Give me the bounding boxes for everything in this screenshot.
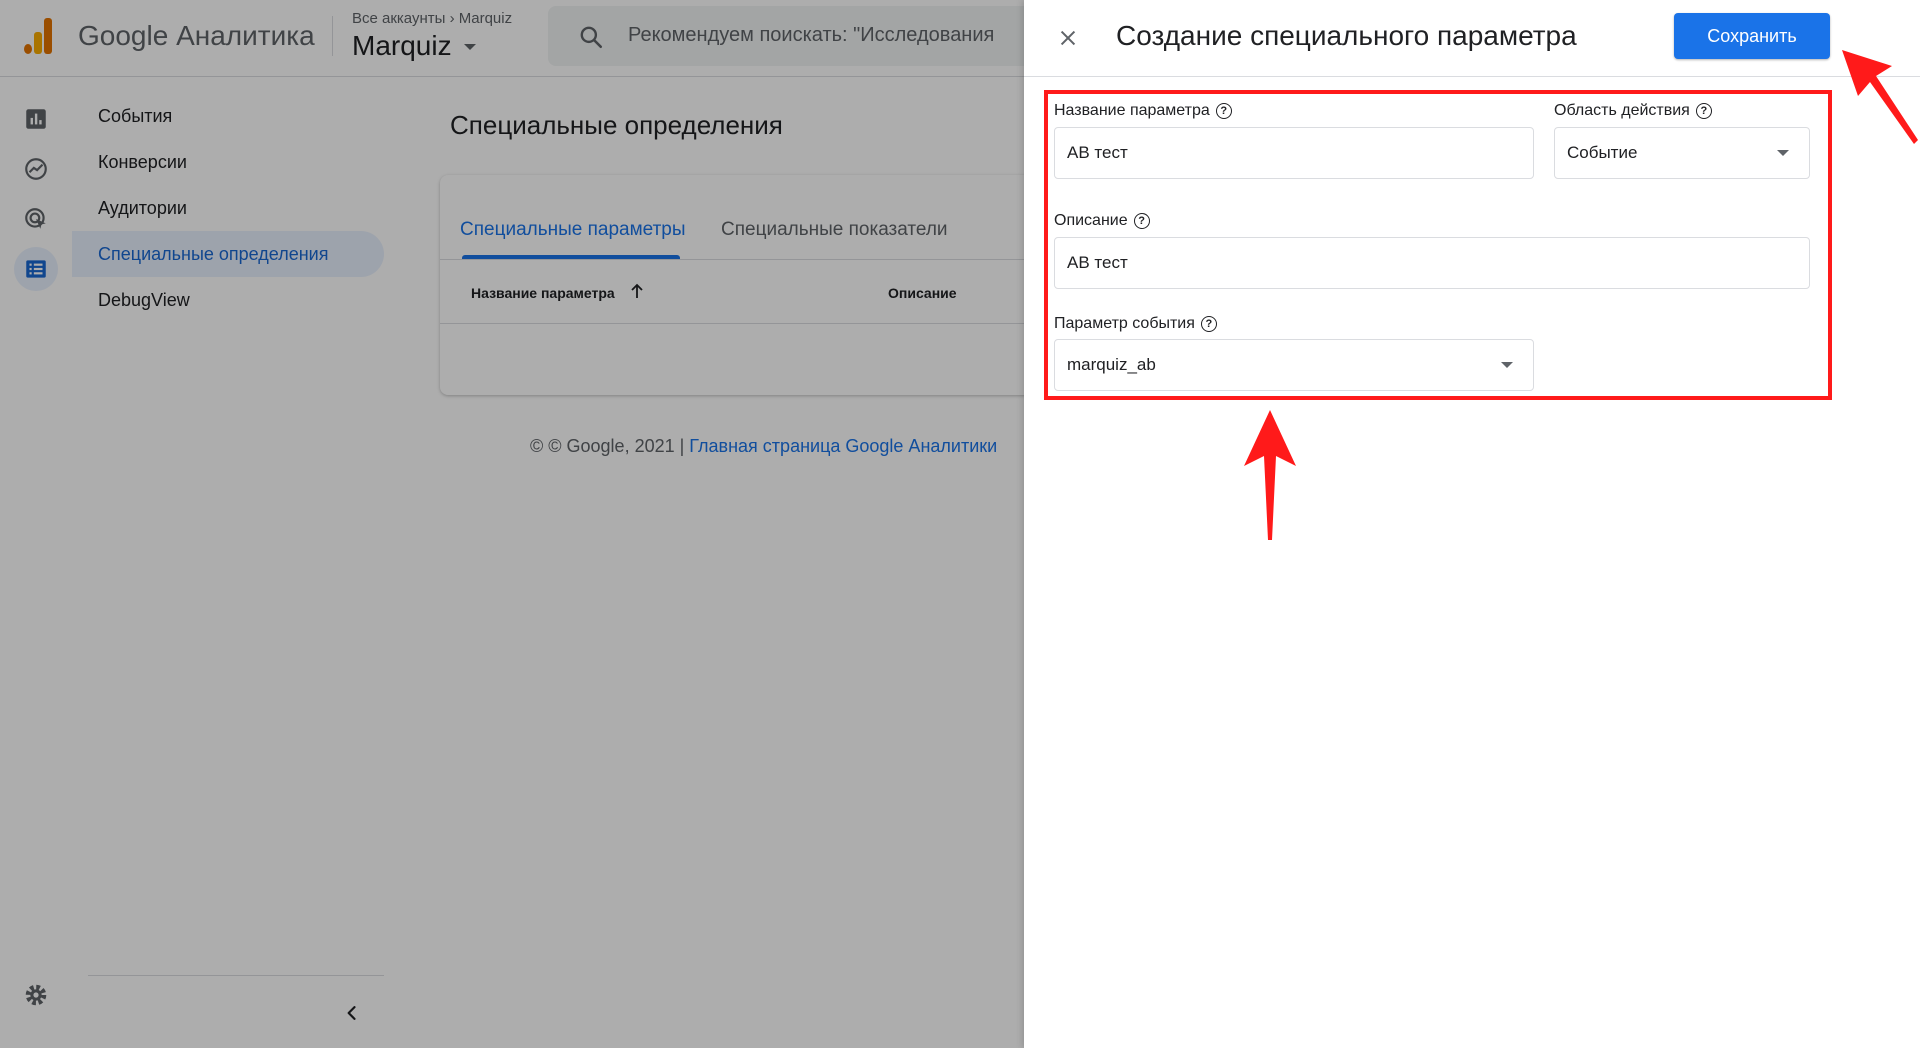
- event-param-select[interactable]: marquiz_ab: [1054, 339, 1534, 391]
- help-icon[interactable]: ?: [1133, 213, 1150, 229]
- scope-select[interactable]: Событие: [1554, 127, 1810, 179]
- param-name-input[interactable]: AB тест: [1054, 127, 1534, 179]
- panel-header: Создание специального параметра Сохранит…: [1024, 0, 1920, 77]
- save-button[interactable]: Сохранить: [1674, 13, 1830, 59]
- close-icon[interactable]: [1052, 22, 1084, 54]
- scope-selected-value: Событие: [1567, 143, 1638, 162]
- scope-label-text: Область действия: [1554, 102, 1690, 119]
- help-icon[interactable]: ?: [1215, 103, 1232, 119]
- description-label-text: Описание: [1054, 212, 1128, 229]
- dropdown-caret-icon: [1777, 150, 1789, 156]
- help-icon[interactable]: ?: [1200, 316, 1217, 332]
- annotation-arrow-up: [1244, 410, 1296, 540]
- event-param-label: Параметр события ?: [1054, 315, 1217, 333]
- help-icon[interactable]: ?: [1695, 103, 1712, 119]
- event-param-selected-value: marquiz_ab: [1067, 355, 1156, 374]
- create-dimension-panel: Создание специального параметра Сохранит…: [1024, 0, 1920, 1048]
- param-name-label-text: Название параметра: [1054, 102, 1210, 119]
- event-param-label-text: Параметр события: [1054, 315, 1195, 332]
- annotation-arrow-to-save: [1842, 50, 1918, 144]
- param-name-label: Название параметра ?: [1054, 102, 1232, 120]
- description-input[interactable]: AB тест: [1054, 237, 1810, 289]
- modal-scrim[interactable]: [0, 0, 1024, 1048]
- description-label: Описание ?: [1054, 212, 1150, 230]
- dropdown-caret-icon: [1501, 362, 1513, 368]
- scope-label: Область действия ?: [1554, 102, 1712, 120]
- panel-title: Создание специального параметра: [1116, 20, 1577, 51]
